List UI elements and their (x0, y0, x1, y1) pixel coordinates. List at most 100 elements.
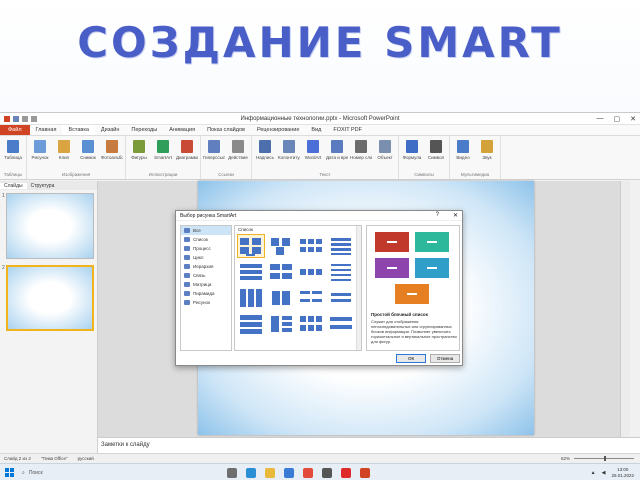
ribbon-button[interactable]: Гиперссылка (203, 138, 225, 172)
vertical-scrollbar[interactable] (620, 181, 630, 437)
category-item[interactable]: Процесс (181, 244, 231, 253)
layout-option[interactable] (268, 287, 294, 309)
ribbon-command-icon (457, 140, 469, 153)
slide-thumbnail[interactable] (6, 193, 94, 259)
powerpoint-icon[interactable] (360, 467, 370, 478)
category-item[interactable]: Рисунок (181, 298, 231, 307)
ribbon-button[interactable]: Колонтитулы (278, 138, 300, 172)
ok-button[interactable]: ОК (396, 354, 426, 363)
undo-icon[interactable] (22, 115, 28, 122)
layout-option[interactable] (328, 261, 354, 283)
ribbon-button[interactable]: SmartArt (153, 138, 173, 172)
ribbon-button[interactable]: Символ (426, 138, 446, 172)
category-item[interactable]: Все (181, 226, 231, 235)
help-button[interactable]: ? (436, 212, 439, 219)
layout-shape (300, 325, 306, 331)
ribbon-button[interactable]: Фотоальбом (101, 138, 123, 172)
tab-file[interactable]: Файл (0, 125, 30, 135)
dialog-close-button[interactable]: ✕ (453, 212, 458, 219)
layout-option[interactable] (328, 313, 354, 335)
cancel-button[interactable]: Отмена (430, 354, 460, 363)
category-item[interactable]: Цикл (181, 253, 231, 262)
tab-animation[interactable]: Анимация (163, 125, 201, 135)
volume-icon[interactable]: ◀ (602, 470, 606, 476)
layout-option[interactable] (298, 287, 324, 309)
layout-option[interactable] (238, 313, 264, 335)
category-item[interactable]: Пирамида (181, 289, 231, 298)
category-item[interactable]: Список (181, 235, 231, 244)
ribbon-group-name: Иллюстрации (148, 172, 178, 177)
ribbon-button[interactable]: Дата и время (326, 138, 348, 172)
close-button[interactable]: ✕ (630, 115, 636, 123)
tab-slides[interactable]: Слайды (0, 182, 27, 189)
layout-shape (282, 291, 290, 305)
taskbar-search[interactable]: ⌕ Поиск (18, 470, 173, 476)
ribbon-button[interactable]: Снимок (78, 138, 98, 172)
tab-review[interactable]: Рецензирование (251, 125, 305, 135)
layout-shape (282, 238, 290, 246)
task-view-icon[interactable] (227, 467, 237, 478)
layout-option[interactable] (268, 235, 294, 257)
tab-outline[interactable]: Структура (27, 183, 59, 189)
explorer-icon[interactable] (265, 467, 275, 478)
tab-transitions[interactable]: Переходы (125, 125, 163, 135)
slide-thumbnail-selected[interactable] (6, 265, 94, 331)
zoom-slider-thumb[interactable] (604, 456, 606, 461)
tab-design[interactable]: Дизайн (95, 125, 126, 135)
ribbon-button[interactable]: Объект (375, 138, 395, 172)
start-button[interactable] (0, 464, 18, 480)
ribbon-button[interactable]: Клип (54, 138, 74, 172)
ribbon-button[interactable]: Номер слайда (350, 138, 372, 172)
notes-pane[interactable]: Заметки к слайду (98, 437, 640, 453)
minimize-button[interactable]: — (597, 115, 604, 123)
tab-slideshow[interactable]: Показ слайдов (201, 125, 251, 135)
yandex-icon[interactable] (341, 467, 351, 478)
ribbon-button[interactable]: Надпись (255, 138, 275, 172)
ribbon-button[interactable]: Таблица (3, 138, 23, 172)
network-icon[interactable]: ▲ (591, 470, 596, 476)
mail-icon[interactable] (303, 467, 313, 478)
redo-icon[interactable] (31, 115, 37, 122)
layout-option[interactable] (268, 313, 294, 335)
category-label: Связь (193, 273, 206, 278)
layout-shape (300, 316, 306, 322)
ribbon-button-label: Фигуры (131, 155, 147, 160)
layout-option[interactable] (298, 261, 324, 283)
tab-view[interactable]: Вид (305, 125, 327, 135)
ribbon-button[interactable]: Диаграмма (176, 138, 198, 172)
save-icon[interactable] (13, 115, 19, 122)
layout-option[interactable] (268, 261, 294, 283)
ribbon-button[interactable]: Видео (453, 138, 473, 172)
ribbon-button[interactable]: WordArt (303, 138, 323, 172)
layout-option[interactable] (298, 313, 324, 335)
ribbon-button[interactable]: Формула (402, 138, 422, 172)
zoom-level[interactable]: 62% (561, 456, 570, 461)
layout-option[interactable] (237, 234, 265, 258)
layout-option[interactable] (238, 287, 264, 309)
layout-shape (331, 243, 351, 246)
ribbon-button[interactable]: Звук (477, 138, 497, 172)
category-item[interactable]: Связь (181, 271, 231, 280)
store-icon[interactable] (284, 467, 294, 478)
layout-option[interactable] (238, 261, 264, 283)
edge-icon[interactable] (246, 467, 256, 478)
gallery-scrollbar[interactable] (356, 226, 361, 350)
settings-icon[interactable] (322, 467, 332, 478)
clock[interactable]: 13:00 25.01.2022 (611, 467, 634, 479)
language-indicator[interactable]: русский (78, 456, 94, 461)
layout-option[interactable] (328, 235, 354, 257)
layout-option[interactable] (298, 235, 324, 257)
tab-foxit-pdf[interactable]: FOXIT PDF (327, 125, 368, 135)
slides-panel: Слайды Структура 1 2 (0, 181, 98, 453)
layout-shape (331, 293, 351, 296)
ribbon-button[interactable]: Фигуры (129, 138, 149, 172)
tab-insert[interactable]: Вставка (62, 125, 95, 135)
ribbon-button[interactable]: Действие (228, 138, 248, 172)
ribbon-button[interactable]: Рисунок (30, 138, 50, 172)
category-item[interactable]: Иерархия (181, 262, 231, 271)
tab-home[interactable]: Главная (30, 125, 63, 135)
zoom-slider[interactable] (574, 456, 634, 461)
layout-option[interactable] (328, 287, 354, 309)
maximize-button[interactable]: ▢ (614, 115, 621, 123)
category-item[interactable]: Матрица (181, 280, 231, 289)
